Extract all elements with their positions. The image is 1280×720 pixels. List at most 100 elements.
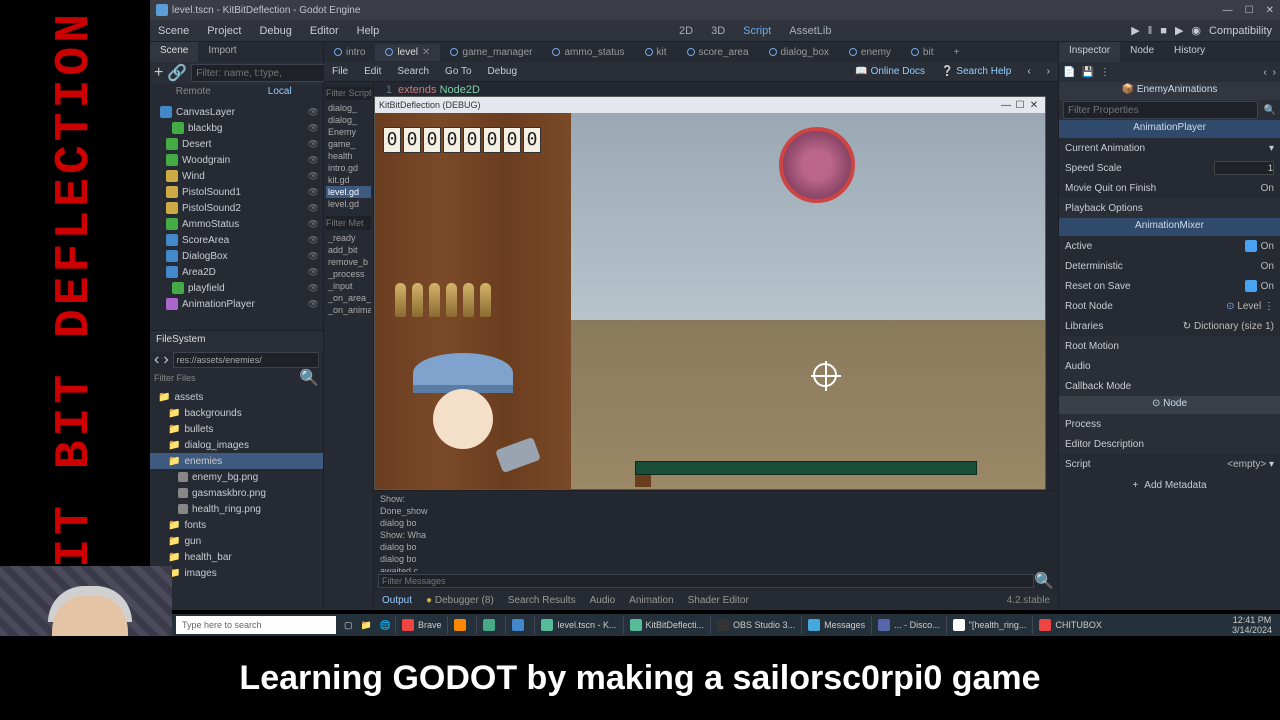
- tab-output[interactable]: Output: [382, 595, 412, 606]
- script-method-item[interactable]: remove_b: [326, 256, 371, 268]
- visibility-icon[interactable]: 👁: [308, 219, 319, 230]
- visibility-icon[interactable]: 👁: [308, 251, 319, 262]
- script-menu-file[interactable]: File: [332, 66, 348, 77]
- path-input[interactable]: [173, 352, 319, 368]
- maximize-button[interactable]: ☐: [1245, 5, 1254, 16]
- play-scene-icon[interactable]: ▶: [1175, 24, 1183, 37]
- scene-node[interactable]: Desert👁: [150, 136, 323, 152]
- tab-search-results[interactable]: Search Results: [508, 595, 576, 606]
- scene-node[interactable]: Area2D👁: [150, 264, 323, 280]
- menu-editor[interactable]: Editor: [310, 25, 339, 37]
- tab-node[interactable]: Node: [1120, 42, 1164, 62]
- scene-node[interactable]: AnimationPlayer👁: [150, 296, 323, 312]
- taskbar-clock[interactable]: 12:41 PM 3/14/2024: [1224, 615, 1280, 635]
- minimize-button[interactable]: —: [1223, 5, 1233, 16]
- script-method-item[interactable]: _ready: [326, 232, 371, 244]
- save-icon[interactable]: 💾: [1081, 67, 1093, 78]
- folder-row[interactable]: 📁health_bar: [150, 549, 323, 565]
- tab-history[interactable]: History: [1164, 42, 1215, 62]
- script-filter-input[interactable]: [326, 86, 371, 100]
- menu-help[interactable]: Help: [357, 25, 380, 37]
- menu-project[interactable]: Project: [207, 25, 241, 37]
- taskbar-item[interactable]: level.tscn - K...: [534, 616, 622, 634]
- play-icon[interactable]: ▶: [1131, 24, 1139, 37]
- menu-debug[interactable]: Debug: [259, 25, 291, 37]
- output-log[interactable]: Show:Done_showdialog boShow: Whadialog b…: [374, 491, 1058, 572]
- section-node[interactable]: ⊙ Node: [1059, 396, 1280, 414]
- filesystem-tree[interactable]: 📁assets📁backgrounds📁bullets📁dialog_image…: [150, 387, 323, 610]
- menu-icon[interactable]: ⋮: [1100, 67, 1110, 78]
- scene-node[interactable]: Wind👁: [150, 168, 323, 184]
- debug-game-window[interactable]: KitBitDeflection (DEBUG) — ☐ ✕ 00000000: [374, 96, 1046, 490]
- scene-tab[interactable]: bit: [901, 44, 944, 61]
- script-file-item[interactable]: kit.gd: [326, 174, 371, 186]
- view-3d[interactable]: 3D: [711, 25, 725, 37]
- add-metadata-button[interactable]: +Add Metadata: [1059, 474, 1280, 496]
- script-menu-edit[interactable]: Edit: [364, 66, 381, 77]
- script-method-item[interactable]: _on_anima: [326, 304, 371, 316]
- view-script[interactable]: Script: [743, 25, 771, 37]
- visibility-icon[interactable]: 👁: [308, 123, 319, 134]
- tab-shader[interactable]: Shader Editor: [688, 595, 749, 606]
- scene-tab[interactable]: game_manager: [440, 44, 542, 61]
- tab-import[interactable]: Import: [198, 42, 246, 62]
- folder-row[interactable]: 📁gun: [150, 533, 323, 549]
- view-2d[interactable]: 2D: [679, 25, 693, 37]
- taskbar-item[interactable]: KitBitDeflecti...: [623, 616, 711, 634]
- debug-close[interactable]: ✕: [1027, 100, 1041, 111]
- script-menu-search[interactable]: Search: [397, 66, 429, 77]
- nav-fwd-icon[interactable]: ›: [163, 351, 168, 369]
- scene-tree[interactable]: CanvasLayer👁blackbg👁Desert👁Woodgrain👁Win…: [150, 102, 323, 330]
- local-toggle[interactable]: Local: [237, 84, 324, 102]
- scene-tab[interactable]: level✕: [375, 44, 440, 61]
- folder-row[interactable]: 📁assets: [150, 389, 323, 405]
- inspector-filter[interactable]: [1063, 101, 1258, 119]
- taskbar-item[interactable]: "[health_ring...: [946, 616, 1033, 634]
- debug-maximize[interactable]: ☐: [1013, 100, 1027, 111]
- folder-row[interactable]: 📁bullets: [150, 421, 323, 437]
- scene-node[interactable]: PistolSound2👁: [150, 200, 323, 216]
- taskbar-item[interactable]: Messages: [801, 616, 871, 634]
- taskbar-item[interactable]: CHITUBOX: [1032, 616, 1108, 634]
- visibility-icon[interactable]: 👁: [308, 155, 319, 166]
- script-method-item[interactable]: _on_area_: [326, 292, 371, 304]
- menu-scene[interactable]: Scene: [158, 25, 189, 37]
- active-checkbox[interactable]: [1245, 240, 1257, 252]
- scene-tab[interactable]: score_area: [677, 44, 759, 61]
- section-animation-player[interactable]: AnimationPlayer: [1059, 120, 1280, 138]
- scene-tab[interactable]: enemy: [839, 44, 901, 61]
- renderer-dropdown[interactable]: Compatibility: [1209, 25, 1272, 37]
- online-docs-link[interactable]: 📖 Online Docs: [855, 66, 925, 77]
- scene-node[interactable]: blackbg👁: [150, 120, 323, 136]
- tab-animation[interactable]: Animation: [629, 595, 673, 606]
- movie-icon[interactable]: ◉: [1191, 24, 1201, 37]
- add-node-icon[interactable]: +: [154, 64, 163, 82]
- scene-node[interactable]: PistolSound1👁: [150, 184, 323, 200]
- edge-icon[interactable]: 🌐: [376, 620, 395, 631]
- folder-row[interactable]: 📁fonts: [150, 517, 323, 533]
- tab-debugger[interactable]: ● Debugger (8): [426, 595, 494, 606]
- scene-tab[interactable]: kit: [635, 44, 677, 61]
- taskbar-item[interactable]: [476, 616, 505, 634]
- script-nav-fwd[interactable]: ›: [1047, 66, 1050, 77]
- scene-tab[interactable]: intro: [324, 44, 375, 61]
- visibility-icon[interactable]: 👁: [308, 187, 319, 198]
- scene-tab[interactable]: dialog_box: [759, 44, 839, 61]
- nav-back-icon[interactable]: ‹: [154, 351, 159, 369]
- script-method-item[interactable]: add_bit: [326, 244, 371, 256]
- script-editor[interactable]: 1 extends Node2D KitBitDeflection (DEBUG…: [374, 82, 1058, 610]
- scene-node[interactable]: AmmoStatus👁: [150, 216, 323, 232]
- visibility-icon[interactable]: 👁: [308, 283, 319, 294]
- script-file-item[interactable]: Enemy: [326, 126, 371, 138]
- script-menu-debug[interactable]: Debug: [488, 66, 517, 77]
- file-row[interactable]: gasmaskbro.png: [150, 485, 323, 501]
- history-back-icon[interactable]: ‹: [1263, 67, 1266, 78]
- scene-tab[interactable]: ammo_status: [542, 44, 634, 61]
- remote-toggle[interactable]: Remote: [150, 84, 237, 102]
- explorer-icon[interactable]: 📁: [357, 620, 376, 631]
- scene-filter-input[interactable]: [191, 64, 333, 82]
- visibility-icon[interactable]: 👁: [308, 107, 319, 118]
- script-file-item[interactable]: level.gd: [326, 186, 371, 198]
- script-file-item[interactable]: dialog_: [326, 102, 371, 114]
- debug-minimize[interactable]: —: [999, 100, 1013, 111]
